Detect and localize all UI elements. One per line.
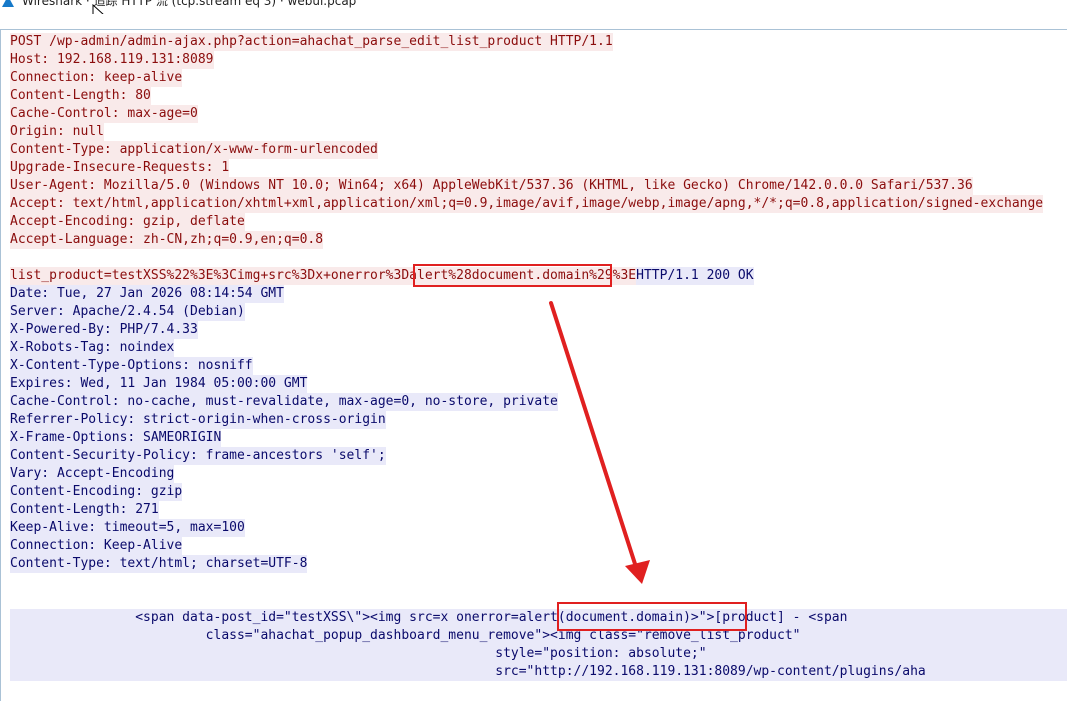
response-header-line-text: Content-Security-Policy: frame-ancestors…	[10, 447, 386, 465]
request-line: Content-Length: 80	[10, 87, 151, 105]
response-header-line-text: Vary: Accept-Encoding	[10, 465, 175, 483]
stream-content[interactable]: POST /wp-admin/admin-ajax.php?action=aha…	[1, 30, 1067, 701]
request-line-text: Accept: text/html,application/xhtml+xml,…	[10, 195, 1044, 213]
request-line: Accept-Encoding: gzip, deflate	[10, 213, 245, 231]
response-header-line-text: Connection: Keep-Alive	[10, 537, 183, 555]
request-line-text: Origin: null	[10, 123, 104, 141]
request-line-text: User-Agent: Mozilla/5.0 (Windows NT 10.0…	[10, 177, 973, 195]
response-header-line-text: X-Robots-Tag: noindex	[10, 339, 175, 357]
request-line: Cache-Control: max-age=0	[10, 105, 198, 123]
request-line-text: Upgrade-Insecure-Requests: 1	[10, 159, 230, 177]
response-header-line-text: Cache-Control: no-cache, must-revalidate…	[10, 393, 558, 411]
response-header-line: Cache-Control: no-cache, must-revalidate…	[10, 393, 558, 411]
response-header-line-text: X-Content-Type-Options: nosniff	[10, 357, 253, 375]
response-header-line: X-Frame-Options: SAMEORIGIN	[10, 429, 222, 447]
wireshark-fin-icon	[2, 0, 14, 7]
response-body-line: class="ahachat_popup_dashboard_menu_remo…	[10, 627, 1067, 645]
response-header-line: Content-Encoding: gzip	[10, 483, 183, 501]
request-line: POST /wp-admin/admin-ajax.php?action=aha…	[10, 33, 613, 51]
request-line-text: Host: 192.168.119.131:8089	[10, 51, 214, 69]
response-header-line: Content-Type: text/html; charset=UTF-8	[10, 555, 308, 573]
response-body-line: style="position: absolute;"	[10, 645, 1067, 663]
request-line: Accept: text/html,application/xhtml+xml,…	[10, 195, 1044, 213]
response-body-line-text: style="position: absolute;"	[10, 646, 707, 661]
response-body-line: src="http://192.168.119.131:8089/wp-cont…	[10, 663, 1067, 681]
follow-stream-text-pane[interactable]: POST /wp-admin/admin-ajax.php?action=aha…	[0, 29, 1067, 701]
response-header-line-text: Expires: Wed, 11 Jan 1984 05:00:00 GMT	[10, 375, 308, 393]
response-header-line: Vary: Accept-Encoding	[10, 465, 175, 483]
response-body-line: <span data-post_id="testXSS\"><img src=x…	[10, 609, 1067, 627]
response-header-line: Content-Security-Policy: frame-ancestors…	[10, 447, 386, 465]
response-header-line-text: X-Frame-Options: SAMEORIGIN	[10, 429, 222, 447]
request-line-text: Connection: keep-alive	[10, 69, 183, 87]
window-titlebar[interactable]: Wireshark · 追踪 HTTP 流 (tcp.stream eq 3) …	[0, 0, 1067, 14]
response-header-line: X-Powered-By: PHP/7.4.33	[10, 321, 198, 339]
response-header-line: X-Content-Type-Options: nosniff	[10, 357, 253, 375]
request-line-text: POST /wp-admin/admin-ajax.php?action=aha…	[10, 33, 613, 51]
response-header-line-text: Keep-Alive: timeout=5, max=100	[10, 519, 245, 537]
request-line-text: Cache-Control: max-age=0	[10, 105, 198, 123]
response-header-line-text: Content-Encoding: gzip	[10, 483, 183, 501]
response-header-line-text: Content-Type: text/html; charset=UTF-8	[10, 555, 308, 573]
response-body-line-text: class="ahachat_popup_dashboard_menu_remo…	[10, 628, 801, 643]
request-line: Upgrade-Insecure-Requests: 1	[10, 159, 230, 177]
response-header-line: Server: Apache/2.4.54 (Debian)	[10, 303, 245, 321]
response-header-line: Expires: Wed, 11 Jan 1984 05:00:00 GMT	[10, 375, 308, 393]
request-line-text: Content-Length: 80	[10, 87, 151, 105]
request-line-text: Accept-Encoding: gzip, deflate	[10, 213, 245, 231]
response-header-line-text: Content-Length: 271	[10, 501, 159, 519]
request-line-text: Content-Type: application/x-www-form-url…	[10, 141, 378, 159]
response-header-line-text: Server: Apache/2.4.54 (Debian)	[10, 303, 245, 321]
response-header-line-text: X-Powered-By: PHP/7.4.33	[10, 321, 198, 339]
response-header-line: Date: Tue, 27 Jan 2026 08:14:54 GMT	[10, 285, 284, 303]
response-header-line-text: Referrer-Policy: strict-origin-when-cros…	[10, 411, 386, 429]
request-line: Content-Type: application/x-www-form-url…	[10, 141, 378, 159]
request-line: User-Agent: Mozilla/5.0 (Windows NT 10.0…	[10, 177, 973, 195]
response-header-line-text: Date: Tue, 27 Jan 2026 08:14:54 GMT	[10, 285, 284, 303]
response-header-line: X-Robots-Tag: noindex	[10, 339, 175, 357]
response-header-line: Content-Length: 271	[10, 501, 159, 519]
body-and-status-line: list_product=testXSS%22%3E%3Cimg+src%3Dx…	[10, 267, 754, 285]
response-body-line-text: <span data-post_id="testXSS\"><img src=x…	[10, 610, 848, 625]
request-line: Accept-Language: zh-CN,zh;q=0.9,en;q=0.8	[10, 231, 324, 249]
request-line-text: Accept-Language: zh-CN,zh;q=0.9,en;q=0.8	[10, 231, 324, 249]
request-body: list_product=testXSS%22%3E%3Cimg+src%3Dx…	[10, 267, 637, 285]
request-line: Host: 192.168.119.131:8089	[10, 51, 214, 69]
window-title: Wireshark · 追踪 HTTP 流 (tcp.stream eq 3) …	[22, 0, 357, 8]
response-header-line: Keep-Alive: timeout=5, max=100	[10, 519, 245, 537]
response-header-line: Referrer-Policy: strict-origin-when-cros…	[10, 411, 386, 429]
mouse-pointer-icon	[92, 4, 104, 14]
response-header-line: Connection: Keep-Alive	[10, 537, 183, 555]
response-status-line: HTTP/1.1 200 OK	[636, 267, 754, 285]
request-line: Origin: null	[10, 123, 104, 141]
request-line: Connection: keep-alive	[10, 69, 183, 87]
response-body-line-text: src="http://192.168.119.131:8089/wp-cont…	[10, 664, 926, 679]
